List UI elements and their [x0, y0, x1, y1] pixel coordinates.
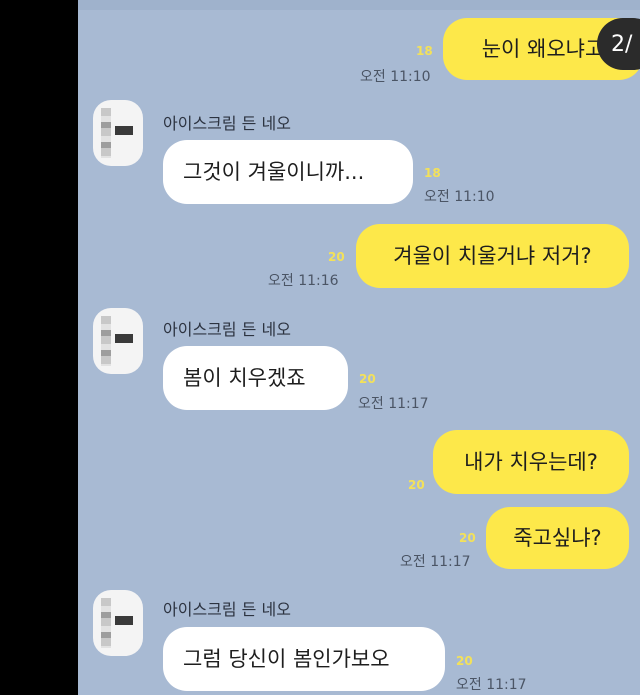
message-text: 그럼 당신이 봄인가보오: [183, 646, 390, 671]
chat-top-strip: [78, 0, 640, 10]
message-time: 오전 11:17: [358, 396, 429, 412]
incoming-message-bubble[interactable]: 그럼 당신이 봄인가보오: [163, 627, 445, 691]
sender-avatar[interactable]: [93, 308, 143, 374]
message-text: 눈이 왜오냐고: [481, 36, 605, 61]
message-time: 오전 11:16: [268, 273, 339, 289]
outgoing-message-bubble[interactable]: 내가 치우는데?: [433, 430, 629, 494]
message-text: 그것이 겨울이니까...: [183, 159, 365, 184]
unread-count: 18: [416, 44, 433, 58]
message-time: 오전 11:17: [400, 554, 471, 570]
unread-count: 20: [408, 478, 425, 492]
unread-count: 18: [424, 166, 441, 180]
chat-area[interactable]: 눈이 왜오냐고 18 오전 11:10 아이스크림 든 네오 그것이 겨울이니까…: [78, 0, 640, 695]
sender-avatar[interactable]: [93, 100, 143, 166]
message-time: 오전 11:10: [360, 69, 431, 85]
message-text: 내가 치우는데?: [464, 449, 598, 474]
unread-count: 20: [328, 250, 345, 264]
sender-name: 아이스크림 든 네오: [163, 320, 291, 339]
outgoing-message-bubble[interactable]: 죽고싶냐?: [486, 507, 629, 569]
outgoing-message-bubble[interactable]: 겨울이 치울거냐 저거?: [356, 224, 629, 288]
unread-count: 20: [359, 372, 376, 386]
unread-count: 20: [459, 531, 476, 545]
message-time: 오전 11:17: [456, 677, 527, 693]
message-text: 봄이 치우겠죠: [183, 365, 306, 390]
message-time: 오전 11:10: [424, 189, 495, 205]
sender-name: 아이스크림 든 네오: [163, 114, 291, 133]
page-indicator: 2/: [597, 18, 640, 70]
message-text: 겨울이 치울거냐 저거?: [393, 243, 592, 268]
sender-avatar[interactable]: [93, 590, 143, 656]
incoming-message-bubble[interactable]: 봄이 치우겠죠: [163, 346, 348, 410]
sender-name: 아이스크림 든 네오: [163, 600, 291, 619]
unread-count: 20: [456, 654, 473, 668]
incoming-message-bubble[interactable]: 그것이 겨울이니까...: [163, 140, 413, 204]
message-text: 죽고싶냐?: [513, 525, 602, 550]
page-indicator-text: 2/: [611, 31, 633, 57]
